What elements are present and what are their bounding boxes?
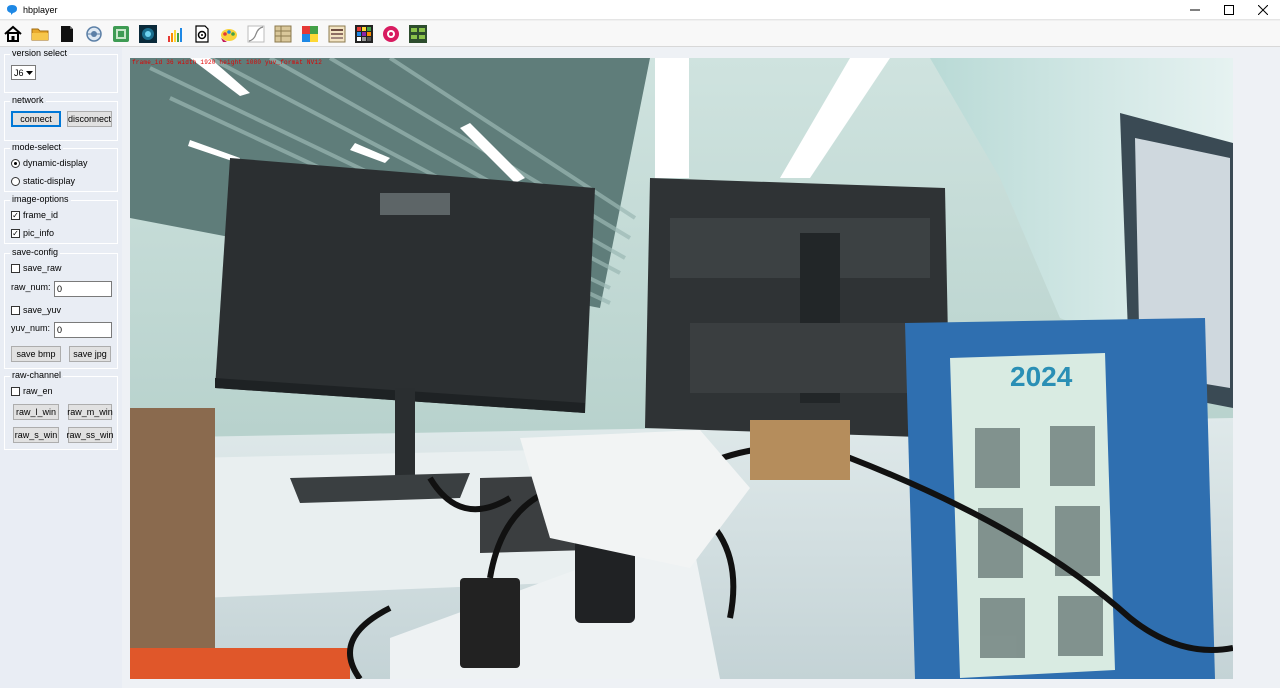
raw-en-label: raw_en [23,386,53,396]
save-config-group: save-config save_raw raw_num: save_yuv y… [4,247,118,369]
group-title: image-options [10,194,71,205]
record-button[interactable] [379,22,403,46]
group-title: raw-channel [10,370,64,381]
group-title: mode-select [10,142,64,153]
version-select-group: version select J6 [4,48,118,93]
frame-id-label: frame_id [23,210,59,220]
color-palette-button[interactable] [217,22,241,46]
histogram-button[interactable] [163,22,187,46]
black-file-icon [61,25,73,42]
grid-table-button[interactable] [271,22,295,46]
title-bar: hbplayer [0,0,1280,20]
camera-scene-image: 2024 [130,58,1233,679]
curve-icon [247,25,265,42]
screen-capture-button[interactable] [109,22,133,46]
version-select-value: J6 [14,67,24,78]
dynamic-display-label: dynamic-display [23,158,88,168]
raw-l-win-button[interactable]: raw_l_win [13,404,59,420]
raw-m-win-button[interactable]: raw_m_win [67,404,113,420]
pan-zoom-icon [86,25,102,42]
rgb-grid-button[interactable] [298,22,322,46]
raw-s-win-button[interactable]: raw_s_win [13,427,59,443]
bars-panel-button[interactable] [325,22,349,46]
disconnect-button[interactable]: disconnect [67,111,112,127]
pan-zoom-button[interactable] [82,22,106,46]
version-select-dropdown[interactable]: J6 [11,65,36,80]
raw-ss-win-button[interactable]: raw_ss_win [66,427,114,443]
matrix-button[interactable] [406,22,430,46]
toolbar [0,21,1280,47]
pic-info-label: pic_info [23,228,55,238]
raw-channel-group: raw-channel raw_en raw_l_win raw_m_win r… [4,370,118,450]
chevron-down-icon [25,67,34,78]
save-bmp-button[interactable]: save bmp [11,346,61,362]
raw-num-label: raw_num: [11,282,51,292]
raw-en-checkbox[interactable] [11,387,20,396]
histogram-icon [168,27,182,42]
open-folder-button[interactable] [28,22,52,46]
pic-info-checkbox[interactable] [11,229,20,238]
dynamic-display-radio[interactable] [11,159,20,168]
black-file-button[interactable] [55,22,79,46]
rgb-grid-icon [302,25,318,42]
minimize-button[interactable] [1178,0,1212,20]
curve-button[interactable] [244,22,268,46]
home-button[interactable] [1,22,25,46]
camera-video-frame[interactable]: 2024 frame_id 36 width 1920 height 1080 … [130,58,1233,679]
bars-panel-icon [328,25,346,42]
yuv-num-input[interactable] [54,322,112,338]
yuv-num-label: yuv_num: [11,323,51,333]
group-title: save-config [10,247,61,258]
group-title: network [10,95,46,106]
close-button[interactable] [1246,0,1280,20]
raw-num-input[interactable] [54,281,112,297]
control-panel: version select J6 network connect discon… [0,47,122,688]
color-checker-icon [355,24,373,43]
svg-text:2024: 2024 [1010,361,1073,392]
image-view-button[interactable] [136,22,160,46]
save-jpg-button[interactable]: save jpg [69,346,111,362]
screen-capture-icon [113,25,129,42]
frame-id-checkbox[interactable] [11,211,20,220]
home-icon [4,25,22,42]
image-options-group: image-options frame_id pic_info [4,194,118,244]
color-palette-icon [221,28,237,42]
document-settings-icon [195,24,209,43]
record-icon [383,25,399,42]
save-yuv-label: save_yuv [23,305,62,315]
maximize-button[interactable] [1212,0,1246,20]
network-group: network connect disconnect [4,95,118,141]
group-title: version select [10,48,70,59]
window-title: hbplayer [23,4,58,15]
grid-table-icon [274,25,292,42]
save-raw-label: save_raw [23,263,62,273]
close-icon [1258,5,1268,15]
minimize-icon [1190,9,1200,11]
connect-button[interactable]: connect [11,111,61,127]
matrix-icon [409,24,427,43]
static-display-radio[interactable] [11,177,20,186]
save-yuv-checkbox[interactable] [11,306,20,315]
save-raw-checkbox[interactable] [11,264,20,273]
frame-info-overlay: frame_id 36 width 1920 height 1080 yuv_f… [132,59,323,66]
static-display-label: static-display [23,176,76,186]
document-settings-button[interactable] [190,22,214,46]
mode-select-group: mode-select dynamic-display static-displ… [4,142,118,192]
color-checker-button[interactable] [352,22,376,46]
open-folder-icon [31,28,49,40]
maximize-icon [1224,5,1234,15]
app-icon [6,4,18,16]
image-view-icon [139,24,157,43]
